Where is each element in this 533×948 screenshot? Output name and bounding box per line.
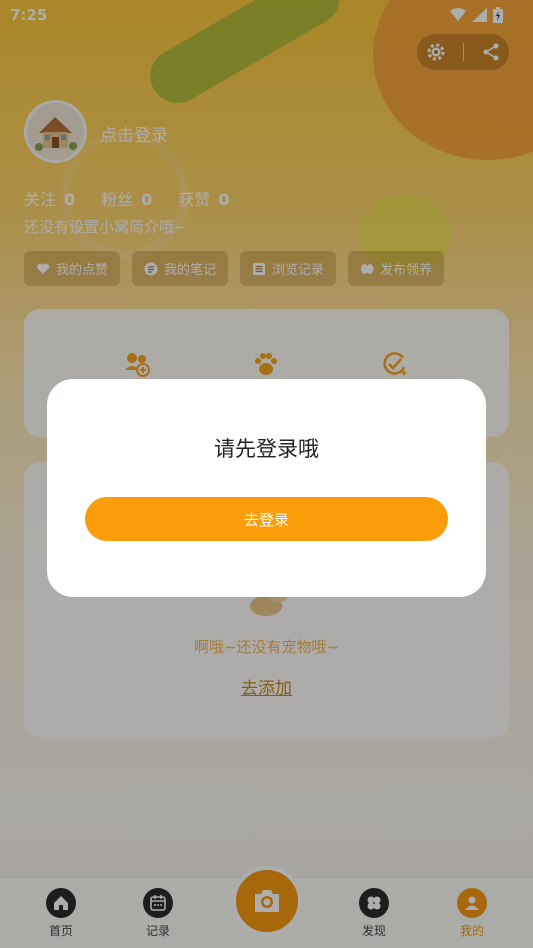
dialog-title: 请先登录哦 — [214, 437, 319, 461]
login-dialog: 请先登录哦 去登录 — [47, 379, 486, 597]
go-login-button[interactable]: 去登录 — [85, 497, 448, 541]
profile-screen: 7:25 点击登录 关注 0 粉丝 0 获赞 0 还没有设置小窝简介哦~ 我的点… — [0, 0, 533, 948]
